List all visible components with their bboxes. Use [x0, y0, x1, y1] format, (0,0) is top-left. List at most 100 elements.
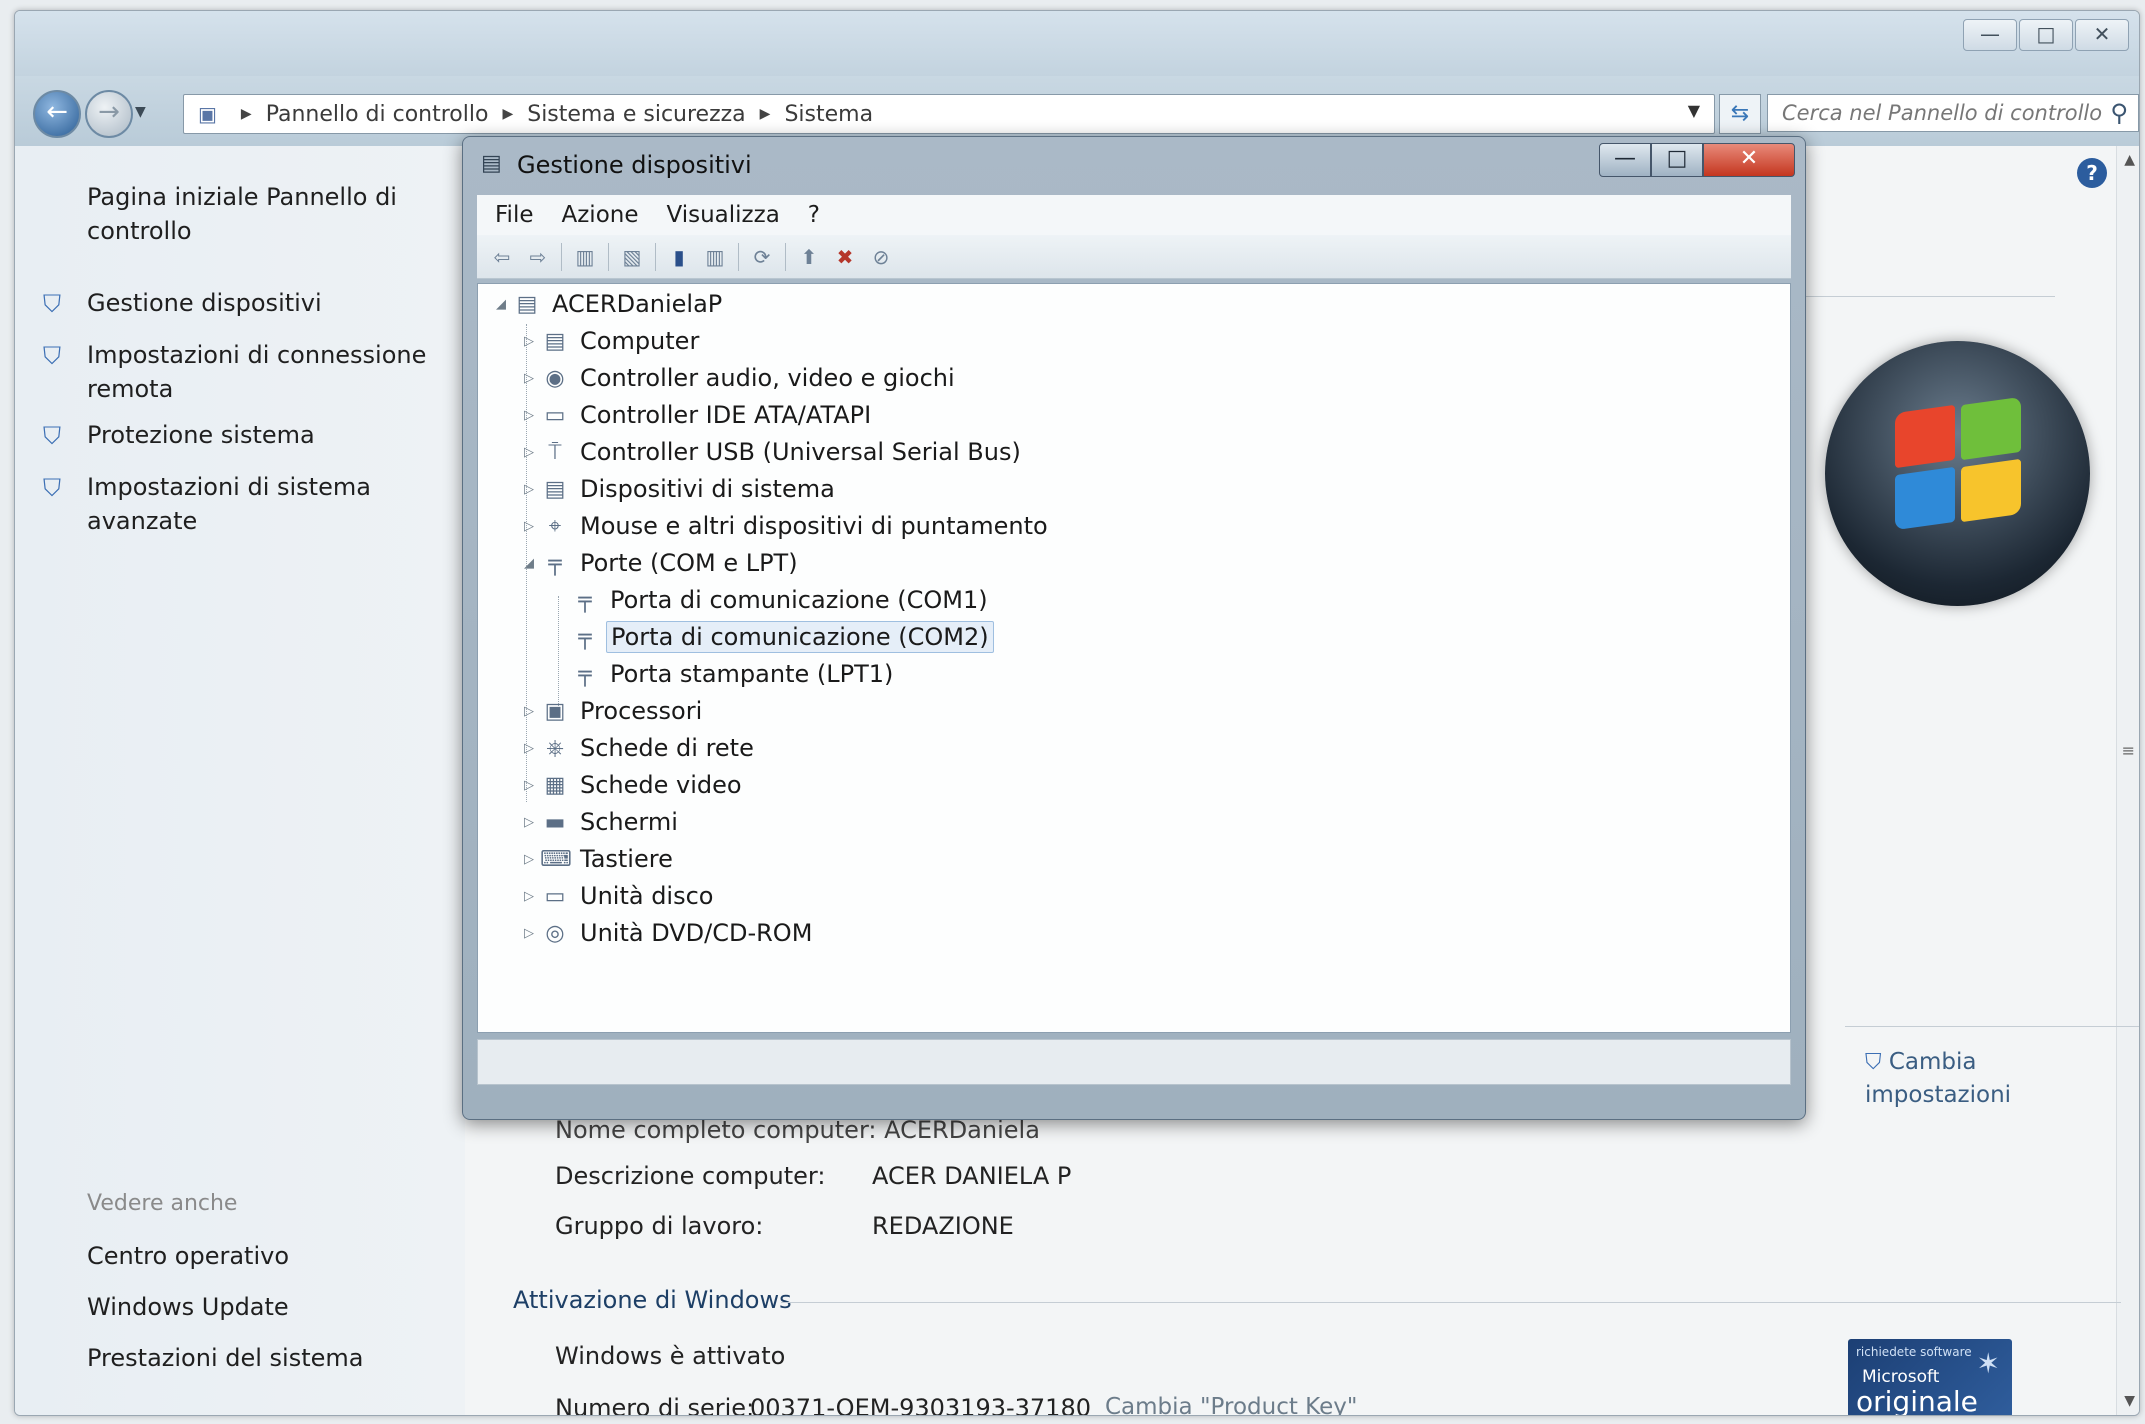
breadcrumb-pannello[interactable]: Pannello di controllo — [266, 102, 489, 127]
tree-item[interactable]: ▷ ▬ Schermi — [518, 804, 682, 840]
scroll-up-icon[interactable]: ▲ — [2124, 152, 2135, 168]
expand-icon[interactable]: ▷ — [518, 741, 540, 756]
genuine-microsoft-badge[interactable]: richiedete software Microsoft originale … — [1848, 1339, 2012, 1415]
vertical-scrollbar[interactable]: ▲ ≡ ▼ — [2116, 146, 2139, 1415]
change-settings-link[interactable]: ⛉ Cambia impostazioni — [1865, 1046, 2015, 1112]
tree-item[interactable]: ▷ ⌖ Mouse e altri dispositivi di puntame… — [518, 508, 1052, 544]
collapse-icon[interactable]: ◢ — [490, 297, 512, 312]
tree-label: Schede di rete — [580, 734, 754, 762]
view-icon[interactable]: ▥ — [700, 242, 730, 272]
dialog-minimize-button[interactable]: — — [1599, 143, 1651, 177]
back-button[interactable]: ← — [33, 90, 81, 138]
see-also-centro-operativo[interactable]: Centro operativo — [87, 1239, 289, 1273]
recent-pages-dropdown-icon[interactable]: ▼ — [135, 104, 146, 120]
show-hide-console-tree-icon[interactable]: ▥ — [570, 242, 600, 272]
tree-root[interactable]: ◢ ▤ ACERDanielaP — [490, 286, 726, 322]
minimize-button[interactable]: — — [1963, 19, 2017, 51]
tree-item[interactable]: ▷ ⌨ Tastiere — [518, 841, 677, 877]
shield-icon: ⛉ — [43, 422, 61, 450]
scroll-down-icon[interactable]: ▼ — [2124, 1393, 2135, 1409]
refresh-button[interactable]: ⇆ — [1719, 94, 1761, 134]
update-driver-icon[interactable]: ⬆ — [794, 242, 824, 272]
address-dropdown-icon[interactable]: ▼ — [1688, 101, 1700, 120]
tree-item-com1[interactable]: ╤ Porta di comunicazione (COM1) — [570, 582, 992, 618]
expand-icon[interactable]: ▷ — [518, 519, 540, 534]
tree-label: Computer — [580, 327, 700, 355]
maximize-button[interactable]: □ — [2019, 19, 2073, 51]
tree-item[interactable]: ▷ ▦ Schede video — [518, 767, 746, 803]
tree-item[interactable]: ▷ ◎ Unità DVD/CD-ROM — [518, 915, 816, 951]
see-also-windows-update[interactable]: Windows Update — [87, 1290, 289, 1324]
sidebar-item-gestione-dispositivi[interactable]: Gestione dispositivi — [87, 286, 322, 320]
dialog-close-button[interactable]: ✕ — [1703, 143, 1795, 177]
divider — [1805, 296, 2055, 297]
menu-help[interactable]: ? — [808, 202, 820, 228]
tree-label: Processori — [580, 697, 703, 725]
badge-line2: Microsoft — [1862, 1367, 1940, 1387]
sidebar-item-connessione-remota[interactable]: Impostazioni di connessione remota — [87, 338, 427, 406]
network-adapter-icon: ⎈ — [546, 735, 564, 761]
expand-icon[interactable]: ▷ — [518, 815, 540, 830]
mouse-icon: ⌖ — [548, 513, 562, 539]
tree-item-lpt1[interactable]: ╤ Porta stampante (LPT1) — [570, 656, 897, 692]
printer-port-icon: ╤ — [578, 661, 592, 687]
forward-button[interactable]: → — [85, 90, 133, 138]
properties-icon[interactable]: ▧ — [617, 242, 647, 272]
window-controls: — □ ✕ — [1963, 19, 2129, 51]
tree-item[interactable]: ▷ ▣ Processori — [518, 693, 706, 729]
serial-value: 00371-OEM-9303193-37180 — [750, 1394, 1091, 1416]
activation-title: Attivazione di Windows — [513, 1286, 792, 1314]
breadcrumb-separator-icon[interactable]: ▶ — [502, 106, 513, 122]
tree-item[interactable]: ▷ ▭ Controller IDE ATA/ATAPI — [518, 397, 875, 433]
search-icon[interactable]: ⚲ — [2110, 99, 2128, 127]
sidebar-home-link[interactable]: Pagina iniziale Pannello di controllo — [87, 180, 417, 248]
dialog-maximize-button[interactable]: □ — [1651, 143, 1703, 177]
tree-item[interactable]: ▷ ⍑ Controller USB (Universal Serial Bus… — [518, 434, 1025, 470]
menu-azione[interactable]: Azione — [562, 202, 639, 228]
expand-icon[interactable]: ▷ — [518, 334, 540, 349]
collapse-icon[interactable]: ◢ — [518, 556, 540, 571]
search-input[interactable]: Cerca nel Pannello di controllo ⚲ — [1767, 94, 2139, 132]
see-also-prestazioni[interactable]: Prestazioni del sistema — [87, 1341, 363, 1375]
back-icon[interactable]: ⇦ — [487, 242, 517, 272]
tree-item[interactable]: ▷ ⎈ Schede di rete — [518, 730, 758, 766]
scan-hardware-icon[interactable]: ⟳ — [747, 242, 777, 272]
breadcrumb-separator-icon[interactable]: ▶ — [241, 106, 252, 122]
menu-file[interactable]: File — [495, 202, 534, 228]
breadcrumb-sistema-sicurezza[interactable]: Sistema e sicurezza — [527, 102, 745, 127]
help-icon[interactable]: ▮ — [664, 242, 694, 272]
help-icon[interactable]: ? — [2077, 158, 2107, 188]
address-bar[interactable]: ▣ ▶ Pannello di controllo ▶ Sistema e si… — [183, 94, 1715, 134]
tree-label: Controller audio, video e giochi — [580, 364, 955, 392]
expand-icon[interactable]: ▷ — [518, 371, 540, 386]
tree-item-ports[interactable]: ◢ ╤ Porte (COM e LPT) — [518, 545, 802, 581]
device-tree[interactable]: ◢ ▤ ACERDanielaP ▷ ▤ Computer ▷ ◉ Contro… — [477, 283, 1791, 1033]
scroll-grip-icon[interactable]: ≡ — [2122, 741, 2135, 760]
expand-icon[interactable]: ▷ — [518, 889, 540, 904]
change-product-key-link[interactable]: Cambia "Product Key" — [1105, 1394, 1357, 1415]
sidebar-item-impostazioni-avanzate[interactable]: Impostazioni di sistema avanzate — [87, 470, 407, 538]
expand-icon[interactable]: ▷ — [518, 482, 540, 497]
close-button[interactable]: ✕ — [2075, 19, 2129, 51]
breadcrumb-separator-icon[interactable]: ▶ — [760, 106, 771, 122]
menu-visualizza[interactable]: Visualizza — [667, 202, 780, 228]
disable-device-icon[interactable]: ⊘ — [866, 242, 896, 272]
expand-icon[interactable]: ▷ — [518, 926, 540, 941]
expand-icon[interactable]: ▷ — [518, 445, 540, 460]
star-icon: ✶ — [1976, 1347, 2000, 1380]
expand-icon[interactable]: ▷ — [518, 704, 540, 719]
expand-icon[interactable]: ▷ — [518, 408, 540, 423]
expand-icon[interactable]: ▷ — [518, 852, 540, 867]
tree-label: Porta stampante (LPT1) — [610, 660, 894, 688]
forward-icon[interactable]: ⇨ — [523, 242, 553, 272]
sidebar: Pagina iniziale Pannello di controllo ⛉ … — [15, 146, 465, 1415]
tree-item[interactable]: ▷ ◉ Controller audio, video e giochi — [518, 360, 959, 396]
tree-item[interactable]: ▷ ▭ Unità disco — [518, 878, 717, 914]
tree-item-com2[interactable]: ╤ Porta di comunicazione (COM2) — [570, 619, 994, 655]
uninstall-icon[interactable]: ✖ — [830, 242, 860, 272]
sidebar-item-protezione-sistema[interactable]: Protezione sistema — [87, 418, 315, 452]
breadcrumb-sistema[interactable]: Sistema — [784, 102, 873, 127]
tree-item[interactable]: ▷ ▤ Dispositivi di sistema — [518, 471, 839, 507]
expand-icon[interactable]: ▷ — [518, 778, 540, 793]
tree-item[interactable]: ▷ ▤ Computer — [518, 323, 703, 359]
